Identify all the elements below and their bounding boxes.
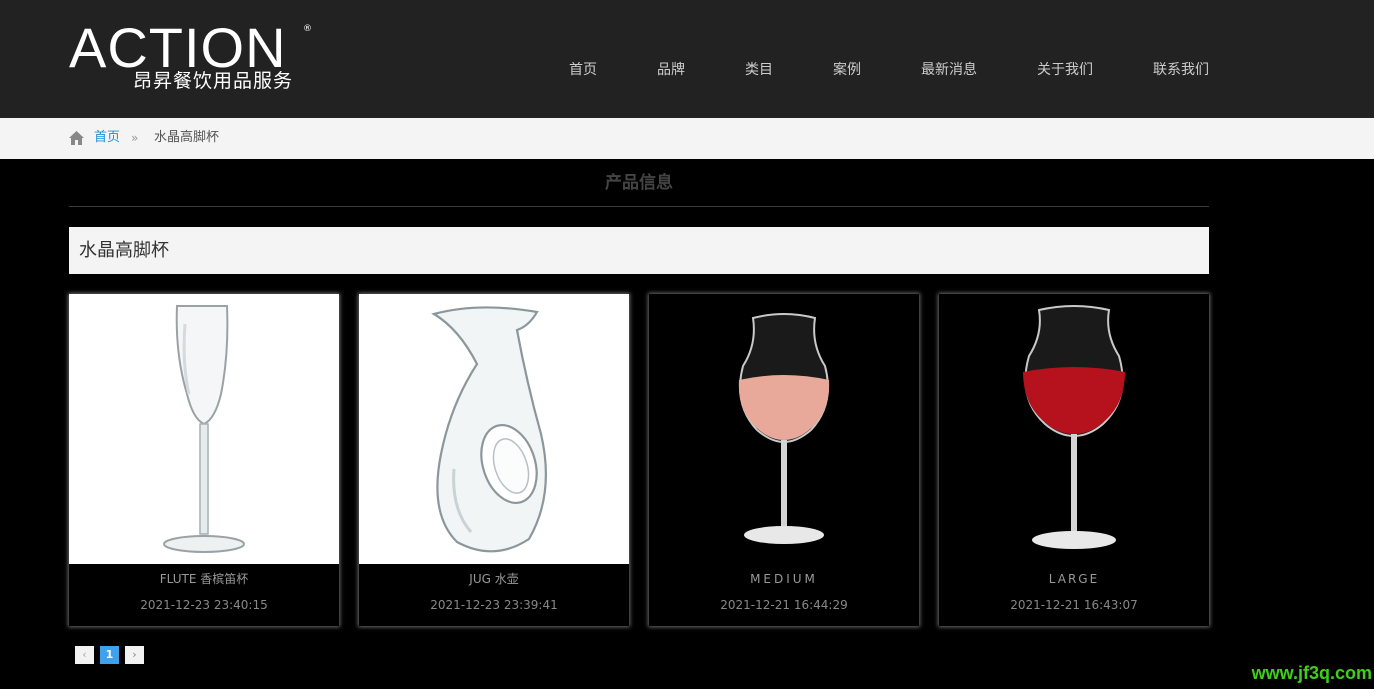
site-header: ACTION ® 昂昇餐饮用品服务 首页 品牌 类目 案例 最新消息 关于我们 … xyxy=(0,0,1374,118)
product-date: 2021-12-21 16:44:29 xyxy=(720,598,848,612)
breadcrumb: 首页 » 水晶高脚杯 xyxy=(0,118,1374,159)
product-date: 2021-12-23 23:40:15 xyxy=(140,598,268,612)
nav-item-category[interactable]: 类目 xyxy=(745,60,773,80)
logo-registered-mark: ® xyxy=(303,24,312,34)
jug-carafe-icon xyxy=(359,294,629,564)
product-card[interactable]: FLUTE 香槟笛杯 2021-12-23 23:40:15 xyxy=(69,294,339,626)
product-name[interactable]: MEDIUM xyxy=(649,571,919,587)
page-1-button[interactable]: 1 xyxy=(100,646,119,664)
product-image-flute[interactable] xyxy=(69,294,339,564)
watermark: www.jf3q.com xyxy=(1251,663,1372,683)
breadcrumb-home-link[interactable]: 首页 xyxy=(94,130,120,146)
nav-item-brand[interactable]: 品牌 xyxy=(657,60,685,80)
breadcrumb-separator-icon: » xyxy=(131,131,139,145)
product-image-medium[interactable] xyxy=(649,294,919,564)
product-card[interactable]: MEDIUM 2021-12-21 16:44:29 xyxy=(649,294,919,626)
site-logo[interactable]: ACTION ® 昂昇餐饮用品服务 xyxy=(69,18,331,94)
product-image-jug[interactable] xyxy=(359,294,629,564)
nav-item-contact[interactable]: 联系我们 xyxy=(1153,60,1209,80)
product-name[interactable]: LARGE xyxy=(939,571,1209,587)
breadcrumb-current: 水晶高脚杯 xyxy=(154,130,220,145)
prev-page-button[interactable]: ‹ xyxy=(75,646,94,664)
product-name[interactable]: JUG 水壶 xyxy=(359,571,629,587)
product-card[interactable]: JUG 水壶 2021-12-23 23:39:41 xyxy=(359,294,629,626)
wine-glass-red-icon xyxy=(939,294,1209,564)
product-image-large[interactable] xyxy=(939,294,1209,564)
nav-item-news[interactable]: 最新消息 xyxy=(921,60,977,80)
category-title: 水晶高脚杯 xyxy=(79,240,169,261)
section-title: 产品信息 xyxy=(605,173,673,193)
category-bar: 水晶高脚杯 xyxy=(69,227,1209,274)
nav-item-cases[interactable]: 案例 xyxy=(833,60,861,80)
product-card[interactable]: LARGE 2021-12-21 16:43:07 xyxy=(939,294,1209,626)
section-divider xyxy=(69,206,1209,207)
home-icon xyxy=(69,131,84,145)
nav-item-home[interactable]: 首页 xyxy=(569,60,597,80)
product-date: 2021-12-23 23:39:41 xyxy=(430,598,558,612)
product-name[interactable]: FLUTE 香槟笛杯 xyxy=(69,571,339,587)
flute-glass-icon xyxy=(69,294,339,564)
product-date: 2021-12-21 16:43:07 xyxy=(1010,598,1138,612)
main-nav: 首页 品牌 类目 案例 最新消息 关于我们 联系我们 xyxy=(0,60,1374,80)
wine-glass-rose-icon xyxy=(649,294,919,564)
nav-item-about[interactable]: 关于我们 xyxy=(1037,60,1093,80)
next-page-button[interactable]: › xyxy=(125,646,144,664)
